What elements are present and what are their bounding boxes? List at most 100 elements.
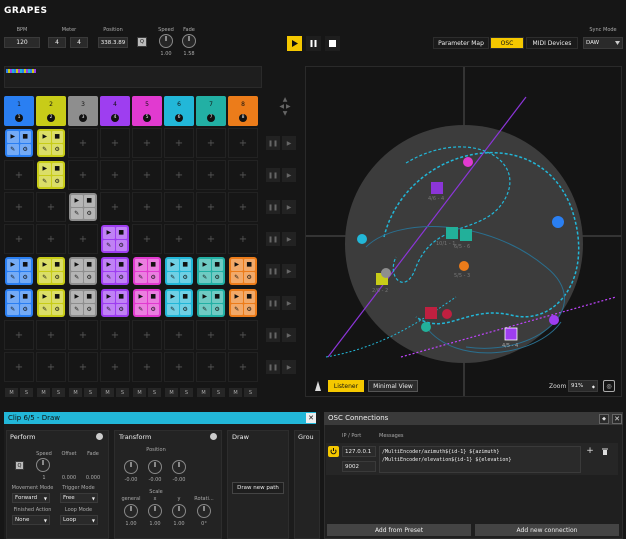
track-header-3[interactable]: 33 (68, 96, 98, 126)
solo-button-track-2[interactable]: S (52, 388, 65, 397)
empty-clip-slot[interactable]: + (164, 160, 194, 190)
tab-osc[interactable]: OSC (490, 37, 524, 49)
clip-control-icon[interactable]: ▶ (103, 259, 115, 271)
rotation-knob[interactable] (197, 504, 211, 518)
osc-port-field[interactable]: 9002 (342, 461, 376, 472)
scale-general-knob[interactable] (124, 504, 138, 518)
clip-control-icon[interactable]: ⚙ (115, 303, 127, 315)
clip-control-icon[interactable]: ▶ (39, 163, 51, 175)
scene-play-icon[interactable]: ▶ (282, 136, 296, 150)
empty-clip-slot[interactable]: + (132, 128, 162, 158)
clip-control-icon[interactable]: ⚙ (83, 207, 95, 219)
minimal-view-button[interactable]: Minimal View (368, 380, 418, 392)
scene-pause-icon[interactable]: ❚❚ (266, 232, 280, 246)
clip-control-icon[interactable]: ▶ (103, 291, 115, 303)
clip-control-icon[interactable]: ⚙ (243, 303, 255, 315)
clip-slot[interactable]: ▶ ■ ✎ ⚙ (229, 257, 257, 285)
scene-play-icon[interactable]: ▶ (282, 296, 296, 310)
empty-clip-slot[interactable]: + (100, 320, 130, 350)
clip-control-icon[interactable]: ⚙ (83, 271, 95, 283)
empty-clip-slot[interactable]: + (68, 352, 98, 382)
clip-control-icon[interactable]: ■ (211, 259, 223, 271)
clip-control-icon[interactable]: ✎ (71, 303, 83, 315)
fade-knob[interactable] (182, 34, 196, 48)
clip-control-icon[interactable]: ✎ (231, 303, 243, 315)
empty-clip-slot[interactable]: + (100, 352, 130, 382)
clip-control-icon[interactable]: ▶ (167, 259, 179, 271)
clip-control-icon[interactable]: ⚙ (19, 271, 31, 283)
clip-slot[interactable]: ▶ ■ ✎ ⚙ (165, 257, 193, 285)
clip-control-icon[interactable]: ⚙ (179, 303, 191, 315)
scene-pause-icon[interactable]: ❚❚ (266, 168, 280, 182)
perform-options-icon[interactable] (96, 433, 103, 440)
empty-clip-slot[interactable]: + (164, 224, 194, 254)
clip-control-icon[interactable]: ⚙ (51, 175, 63, 187)
solo-button-track-8[interactable]: S (244, 388, 257, 397)
clip-control-icon[interactable]: ⚙ (115, 271, 127, 283)
empty-clip-slot[interactable]: + (196, 224, 226, 254)
clip-control-icon[interactable]: ⚙ (51, 303, 63, 315)
clip-control-icon[interactable]: ■ (51, 163, 63, 175)
empty-clip-slot[interactable]: + (228, 160, 258, 190)
session-minimap[interactable] (4, 66, 262, 88)
solo-button-track-6[interactable]: S (180, 388, 193, 397)
clip-control-icon[interactable]: ■ (19, 259, 31, 271)
listener-icon[interactable] (313, 380, 323, 392)
mute-button-track-1[interactable]: M (5, 388, 18, 397)
clip-control-icon[interactable]: ■ (51, 259, 63, 271)
clip-fade-value[interactable]: 0.000 (82, 475, 104, 481)
navigate-arrows-icon[interactable]: ▲ ◀ ▶ ▼ (274, 96, 296, 118)
spatial-view[interactable]: 4/6 - 4 10/1 - 1 6/5 - 6 5/5 - 3 2/6 - 2… (305, 66, 622, 397)
track-header-8[interactable]: 88 (228, 96, 258, 126)
clip-control-icon[interactable]: ■ (243, 259, 255, 271)
tab-parameter-map[interactable]: Parameter Map (433, 37, 489, 49)
empty-clip-slot[interactable]: + (36, 224, 66, 254)
offset-value[interactable]: 0.000 (58, 475, 80, 481)
empty-clip-slot[interactable]: + (68, 160, 98, 190)
clip-control-icon[interactable]: ✎ (135, 271, 147, 283)
scene-play-icon[interactable]: ▶ (282, 360, 296, 374)
empty-clip-slot[interactable]: + (228, 128, 258, 158)
mute-button-track-2[interactable]: M (37, 388, 50, 397)
meter-numerator[interactable]: 4 (48, 37, 66, 48)
empty-clip-slot[interactable]: + (132, 224, 162, 254)
clip-control-icon[interactable]: ■ (51, 291, 63, 303)
empty-clip-slot[interactable]: + (4, 160, 34, 190)
pause-button[interactable] (306, 36, 321, 51)
clip-control-icon[interactable]: ■ (211, 291, 223, 303)
scene-pause-icon[interactable]: ❚❚ (266, 136, 280, 150)
empty-clip-slot[interactable]: + (100, 128, 130, 158)
empty-clip-slot[interactable]: + (4, 320, 34, 350)
empty-clip-slot[interactable]: + (164, 352, 194, 382)
draw-new-path-button[interactable]: Draw new path (232, 482, 284, 494)
scale-y-knob[interactable] (172, 504, 186, 518)
solo-button-track-4[interactable]: S (116, 388, 129, 397)
empty-clip-slot[interactable]: + (164, 192, 194, 222)
delete-connection-icon[interactable] (600, 446, 610, 456)
loop-mode-select[interactable]: Loop ▼ (60, 515, 98, 525)
scene-play-icon[interactable]: ▶ (282, 328, 296, 342)
clip-control-icon[interactable]: ✎ (39, 303, 51, 315)
clip-control-icon[interactable]: ▶ (135, 291, 147, 303)
clip-control-icon[interactable]: ✎ (39, 271, 51, 283)
connection-power-button[interactable] (328, 446, 339, 457)
clip-control-icon[interactable]: ⚙ (83, 303, 95, 315)
clip-control-icon[interactable]: ✎ (103, 271, 115, 283)
clip-control-icon[interactable]: ⚙ (51, 143, 63, 155)
clip-slot[interactable]: ▶ ■ ✎ ⚙ (165, 289, 193, 317)
clip-slot[interactable]: ▶ ■ ✎ ⚙ (69, 193, 97, 221)
clip-slot[interactable]: ▶ ■ ✎ ⚙ (101, 225, 129, 253)
clip-control-icon[interactable]: ✎ (135, 303, 147, 315)
clip-slot[interactable]: ▶ ■ ✎ ⚙ (101, 257, 129, 285)
clip-control-icon[interactable]: ✎ (7, 303, 19, 315)
clip-control-icon[interactable]: ✎ (199, 271, 211, 283)
clip-control-icon[interactable]: ⚙ (115, 239, 127, 251)
clip-control-icon[interactable]: ⚙ (179, 271, 191, 283)
empty-clip-slot[interactable]: + (164, 320, 194, 350)
clip-slot[interactable]: ▶ ■ ✎ ⚙ (101, 289, 129, 317)
scene-play-icon[interactable]: ▶ (282, 264, 296, 278)
mute-button-track-8[interactable]: M (229, 388, 242, 397)
mute-button-track-4[interactable]: M (101, 388, 114, 397)
clip-control-icon[interactable]: ✎ (39, 143, 51, 155)
empty-clip-slot[interactable]: + (68, 128, 98, 158)
